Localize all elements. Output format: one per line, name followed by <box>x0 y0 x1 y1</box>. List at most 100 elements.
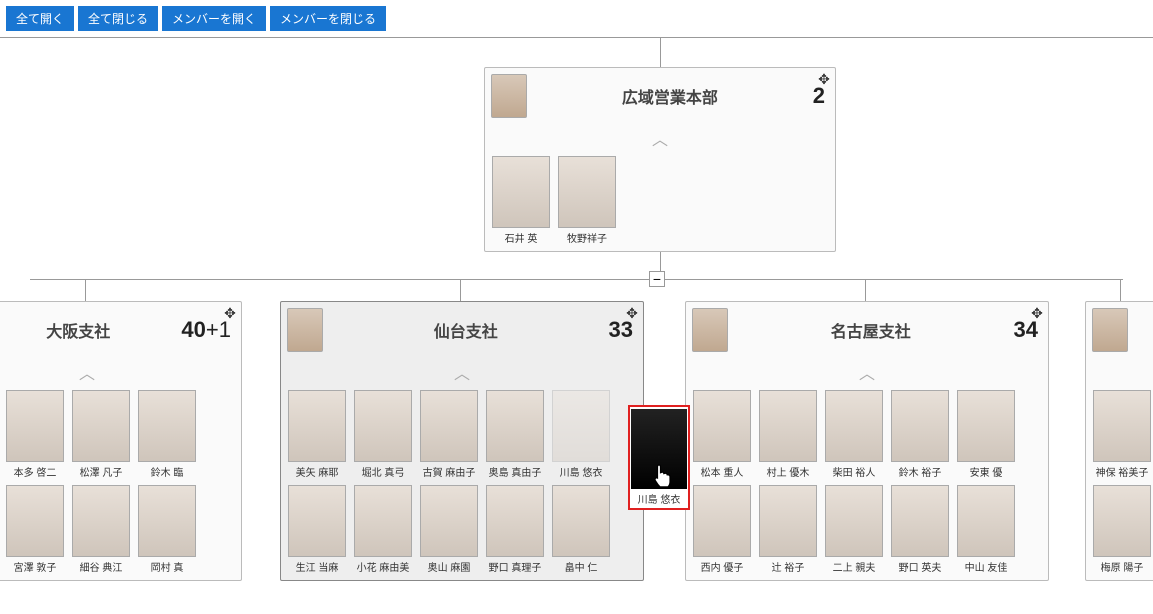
avatar <box>72 390 130 462</box>
avatar <box>288 390 346 462</box>
member-name: 松本 重人 <box>701 464 744 479</box>
card-title: 大阪支社 <box>0 318 181 342</box>
avatar <box>957 485 1015 557</box>
org-card-parent[interactable]: ✥ 広域営業本部 2 ︿ 石井 英牧野祥子 <box>484 67 836 252</box>
org-chart: − ✥ 広域営業本部 2 ︿ 石井 英牧野祥子 ✥ 大阪支社 40+1 ︿ 子本… <box>0 37 1153 614</box>
member-item[interactable]: 畠中 仁 <box>551 485 611 574</box>
member-item[interactable]: 辻 裕子 <box>758 485 818 574</box>
leader-avatar <box>692 308 728 352</box>
card-title: 名古屋支社 <box>728 318 1014 342</box>
member-item[interactable]: 美矢 麻耶 <box>287 390 347 479</box>
member-item[interactable]: 堀北 真弓 <box>353 390 413 479</box>
member-item[interactable]: 二上 親夫 <box>824 485 884 574</box>
member-item[interactable]: 松澤 凡子 <box>71 390 131 479</box>
member-count: 2 <box>813 83 829 109</box>
member-item[interactable]: 松本 重人 <box>692 390 752 479</box>
chevron-up-icon[interactable]: ︿ <box>281 358 643 390</box>
member-item[interactable]: 野口 英夫 <box>890 485 950 574</box>
member-name: 西内 優子 <box>701 559 744 574</box>
member-count: 33 <box>609 317 637 343</box>
member-name: 村上 優木 <box>767 464 810 479</box>
toolbar: 全て開く 全て閉じる メンバーを開く メンバーを閉じる <box>0 0 1153 37</box>
member-name: 小花 麻由美 <box>357 559 410 574</box>
member-name: 安東 優 <box>970 464 1003 479</box>
chevron-up-icon[interactable]: ︿ <box>0 358 241 390</box>
member-name: 松澤 凡子 <box>80 464 123 479</box>
member-name: 神保 裕美子 <box>1096 464 1149 479</box>
member-name: 鈴木 裕子 <box>899 464 942 479</box>
chevron-up-icon[interactable]: ︿ <box>686 358 1048 390</box>
member-name: 堀北 真弓 <box>362 464 405 479</box>
avatar <box>825 390 883 462</box>
org-card-osaka[interactable]: ✥ 大阪支社 40+1 ︿ 子本多 啓二松澤 凡子鈴木 臨 宮澤 敦子細谷 典江… <box>0 301 242 581</box>
member-grid: 石井 英牧野祥子 <box>485 156 835 251</box>
avatar <box>891 485 949 557</box>
member-grid: 生江 当麻 小花 麻由美 奥山 麻園野口 真理子畠中 仁 <box>281 485 643 580</box>
avatar <box>1093 485 1151 557</box>
member-name: 鈴木 臨 <box>151 464 184 479</box>
member-name: 中山 友佳 <box>965 559 1008 574</box>
open-members-button[interactable]: メンバーを開く <box>162 6 266 31</box>
member-item[interactable]: 牧野祥子 <box>557 156 617 245</box>
avatar <box>693 485 751 557</box>
member-grid: 西内 優子 辻 裕子 二上 親夫野口 英夫中山 友佳 <box>686 485 1048 580</box>
avatar <box>492 156 550 228</box>
avatar <box>759 485 817 557</box>
member-name: 川島 悠衣 <box>638 491 681 506</box>
member-item[interactable]: 神保 裕美子 <box>1092 390 1152 479</box>
org-card-extra[interactable]: ︿ 神保 裕美子 梅原 陽子 <box>1085 301 1153 581</box>
member-item[interactable]: 梅原 陽子 <box>1092 485 1152 574</box>
avatar <box>354 485 412 557</box>
member-item[interactable]: 中山 友佳 <box>956 485 1016 574</box>
chevron-up-icon[interactable]: ︿ <box>485 124 835 156</box>
card-title: 広域営業本部 <box>527 84 813 108</box>
member-name: 二上 親夫 <box>833 559 876 574</box>
member-item[interactable]: 川島 悠衣 <box>551 390 611 479</box>
expand-all-button[interactable]: 全て開く <box>6 6 74 31</box>
member-name: 辻 裕子 <box>772 559 805 574</box>
member-name: 牧野祥子 <box>567 230 607 245</box>
member-item[interactable]: 野口 真理子 <box>485 485 545 574</box>
member-item[interactable]: 本多 啓二 <box>5 390 65 479</box>
member-name: 生江 当麻 <box>296 559 339 574</box>
member-name: 柴田 裕人 <box>833 464 876 479</box>
leader-avatar <box>1092 308 1128 352</box>
member-item[interactable]: 細谷 典江 <box>71 485 131 574</box>
member-item[interactable]: 奥島 真由子 <box>485 390 545 479</box>
member-item[interactable]: 宮澤 敦子 <box>5 485 65 574</box>
member-item[interactable]: 生江 当麻 <box>287 485 347 574</box>
member-item[interactable]: 奥山 麻園 <box>419 485 479 574</box>
avatar <box>552 390 610 462</box>
dragging-member[interactable]: 川島 悠衣 <box>628 405 690 510</box>
member-item[interactable]: 古賀 麻由子 <box>419 390 479 479</box>
member-item[interactable]: 安東 優 <box>956 390 1016 479</box>
collapse-all-button[interactable]: 全て閉じる <box>78 6 158 31</box>
chevron-up-icon[interactable]: ︿ <box>1086 358 1153 390</box>
member-count: 40+1 <box>181 317 235 343</box>
member-name: 奥島 真由子 <box>489 464 542 479</box>
avatar <box>1093 390 1151 462</box>
member-item[interactable]: 柴田 裕人 <box>824 390 884 479</box>
member-name: 梅原 陽子 <box>1101 559 1144 574</box>
member-item[interactable]: 小花 麻由美 <box>353 485 413 574</box>
member-item[interactable]: 村上 優木 <box>758 390 818 479</box>
org-card-nagoya[interactable]: ✥ 名古屋支社 34 ︿ 松本 重人村上 優木柴田 裕人鈴木 裕子安東 優 西内… <box>685 301 1049 581</box>
avatar <box>759 390 817 462</box>
member-name: 奥山 麻園 <box>428 559 471 574</box>
member-name: 本多 啓二 <box>14 464 57 479</box>
member-item[interactable]: 鈴木 臨 <box>137 390 197 479</box>
member-item[interactable]: 鈴木 裕子 <box>890 390 950 479</box>
org-card-sendai[interactable]: ✥ 仙台支社 33 ︿ 美矢 麻耶堀北 真弓古賀 麻由子奥島 真由子川島 悠衣 … <box>280 301 644 581</box>
member-item[interactable]: 岡村 真 <box>137 485 197 574</box>
member-grid: 子本多 啓二松澤 凡子鈴木 臨 <box>0 390 241 485</box>
avatar <box>693 390 751 462</box>
member-item[interactable]: 石井 英 <box>491 156 551 245</box>
avatar <box>6 485 64 557</box>
collapse-toggle[interactable]: − <box>649 271 665 287</box>
avatar <box>558 156 616 228</box>
member-item[interactable]: 西内 優子 <box>692 485 752 574</box>
member-grid: 美矢 麻耶堀北 真弓古賀 麻由子奥島 真由子川島 悠衣 <box>281 390 643 485</box>
close-members-button[interactable]: メンバーを閉じる <box>270 6 386 31</box>
member-name: 畠中 仁 <box>565 559 598 574</box>
member-grid: 神保 裕美子 <box>1086 390 1153 485</box>
